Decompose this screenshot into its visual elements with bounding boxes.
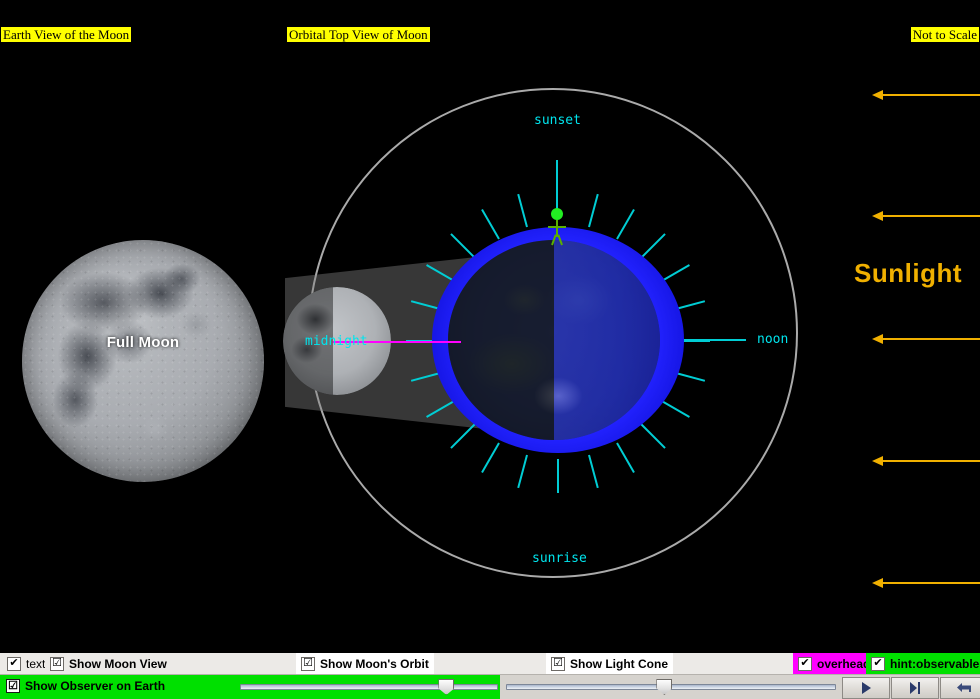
back-arrow-icon — [957, 683, 971, 692]
observer-arms — [548, 226, 566, 228]
checkmark-icon[interactable]: ☑ — [50, 656, 64, 671]
checkmark-icon[interactable]: ✔ — [798, 656, 812, 671]
reset-button[interactable] — [940, 677, 980, 699]
checkbox-text[interactable]: ✔ text — [2, 653, 51, 674]
moon-phase-label: Full Moon — [106, 334, 180, 351]
sunlight-arrow-3 — [872, 334, 980, 344]
checkbox-show-moon-view-label: Show Moon View — [69, 656, 167, 671]
checkbox-overhead-label: overhead — [817, 656, 871, 671]
checkbox-show-observer-on-earth[interactable]: ☑ Show Observer on Earth — [6, 679, 165, 693]
earth-disc — [448, 240, 660, 440]
moon-phase-slider[interactable] — [240, 679, 498, 695]
not-to-scale-label: Not to Scale — [909, 26, 980, 43]
arrow-shaft — [882, 338, 980, 340]
moon-view-panel: Full Moon — [22, 240, 264, 482]
earth-night-side — [448, 240, 554, 440]
slider-track[interactable] — [240, 684, 498, 690]
sunlight-arrow-5 — [872, 578, 980, 588]
earth-view-panel-label: Earth View of the Moon — [0, 26, 133, 43]
play-button[interactable] — [842, 677, 890, 699]
checkbox-hint-observable[interactable]: ✔ hint:observable? — [866, 653, 980, 674]
checkbox-text-label: text — [26, 656, 46, 671]
sunlight-label: Sunlight — [854, 258, 962, 288]
checkbox-show-moons-orbit[interactable]: ☑ Show Moon's Orbit — [296, 653, 434, 674]
checkbox-row: ✔ text ☑ Show Moon View ☑ Show Moon's Or… — [0, 653, 980, 675]
sunlight-arrow-1 — [872, 90, 980, 100]
step-button[interactable] — [891, 677, 939, 699]
checkbox-overhead[interactable]: ✔ overhead — [793, 653, 876, 674]
observer-right-leg — [557, 234, 563, 246]
arrow-shaft — [882, 215, 980, 217]
play-icon — [862, 682, 871, 694]
control-bar[interactable]: ✔ text ☑ Show Moon View ☑ Show Moon's Or… — [0, 653, 980, 699]
checkbox-show-light-cone[interactable]: ☑ Show Light Cone — [546, 653, 673, 674]
observer-figure[interactable] — [546, 208, 568, 246]
midnight-label: midnight — [305, 334, 368, 349]
time-slider[interactable] — [506, 679, 836, 695]
checkbox-show-moon-view[interactable]: ☑ Show Moon View — [45, 653, 172, 674]
arrow-shaft — [882, 94, 980, 96]
checkmark-icon[interactable]: ✔ — [7, 656, 21, 671]
checkmark-icon[interactable]: ✔ — [871, 656, 885, 671]
sunrise-label: sunrise — [532, 551, 587, 566]
checkbox-show-light-cone-label: Show Light Cone — [570, 656, 668, 671]
moon-surface-texture — [22, 240, 264, 482]
step-forward-icon — [910, 682, 920, 694]
orbital-view-panel-label: Orbital Top View of Moon — [286, 26, 431, 43]
checkbox-show-moons-orbit-label: Show Moon's Orbit — [320, 656, 429, 671]
full-moon-disc — [22, 240, 264, 482]
horizon-tick — [557, 459, 559, 493]
slider-row: ☑ Show Observer on Earth — [0, 675, 980, 699]
slider-thumb[interactable] — [438, 679, 455, 695]
checkmark-icon[interactable]: ☑ — [301, 656, 315, 671]
arrow-shaft — [882, 460, 980, 462]
noon-ray — [676, 339, 746, 341]
arrow-shaft — [882, 582, 980, 584]
earth-day-side — [554, 240, 660, 440]
observer-head-icon — [551, 208, 563, 220]
checkbox-hint-observable-label: hint:observable? — [890, 656, 980, 671]
sunlight-arrow-4 — [872, 456, 980, 466]
checkbox-show-observer-on-earth-label: Show Observer on Earth — [25, 679, 166, 693]
sunlight-arrow-2 — [872, 211, 980, 221]
earth-graphic — [432, 227, 684, 453]
slider-thumb[interactable] — [656, 679, 673, 695]
sunset-label: sunset — [534, 113, 581, 128]
checkmark-icon[interactable]: ☑ — [551, 656, 565, 671]
observer-left-leg — [551, 234, 557, 246]
noon-label: noon — [757, 332, 789, 347]
simulation-stage[interactable]: Earth View of the Moon Orbital Top View … — [0, 0, 980, 653]
checkmark-icon[interactable]: ☑ — [6, 679, 20, 693]
